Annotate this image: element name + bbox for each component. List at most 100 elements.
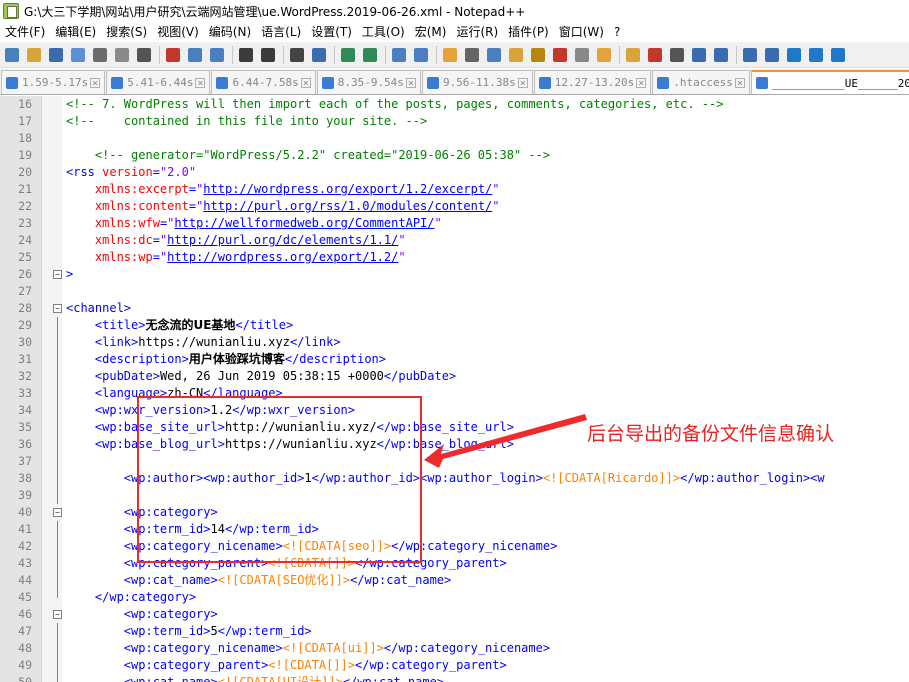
editor[interactable]: 16 <!-- 7. WordPress will then import eac… <box>0 96 909 682</box>
line-number: 21 <box>18 182 32 196</box>
menu-item-2[interactable]: 搜索(S) <box>101 22 152 42</box>
menu-item-5[interactable]: 语言(L) <box>256 22 306 42</box>
fold-guide <box>57 385 58 402</box>
plugin-e-button[interactable] <box>828 45 848 65</box>
close-all-button[interactable] <box>112 45 132 65</box>
code-line: 40 − <wp:category> <box>0 504 909 521</box>
language-button[interactable] <box>506 45 526 65</box>
plugin-d-button[interactable] <box>806 45 826 65</box>
code-token: xmlns:wp <box>94 250 153 264</box>
tab-close-icon[interactable]: × <box>405 77 416 88</box>
plugin-a-button[interactable] <box>740 45 760 65</box>
indent-guide-button[interactable] <box>484 45 504 65</box>
plugin-c-button[interactable] <box>784 45 804 65</box>
replace-button[interactable] <box>309 45 329 65</box>
code-text: <wp:category> <box>66 606 218 623</box>
redo-button[interactable] <box>258 45 278 65</box>
zoom-out-button[interactable] <box>360 45 380 65</box>
code-line: 30 <link>https://wunianliu.xyz</link> <box>0 334 909 351</box>
menu-item-7[interactable]: 工具(O) <box>357 22 410 42</box>
code-token: " <box>434 216 442 230</box>
code-token: = <box>152 233 160 247</box>
tab-4[interactable]: 9.56-11.38s × <box>421 70 533 94</box>
code-text: <!-- 7. WordPress will then import each … <box>66 96 723 113</box>
tab-1[interactable]: 5.41-6.44s × <box>106 70 211 94</box>
word-wrap-button[interactable] <box>440 45 460 65</box>
tab-close-icon[interactable]: × <box>90 77 101 88</box>
fold-toggle-icon[interactable]: − <box>53 270 62 279</box>
folder-workspace-button[interactable] <box>572 45 592 65</box>
tab-close-icon[interactable]: × <box>636 77 647 88</box>
code-token: 5 <box>210 624 218 638</box>
play-multiple-button[interactable] <box>689 45 709 65</box>
menu-item-11[interactable]: 窗口(W) <box>554 22 609 42</box>
show-all-chars-button[interactable] <box>462 45 482 65</box>
line-number: 17 <box>18 114 32 128</box>
menu-item-12[interactable]: ? <box>609 22 625 42</box>
monitoring-button[interactable] <box>594 45 614 65</box>
undo-button[interactable] <box>236 45 256 65</box>
open-file-button[interactable] <box>24 45 44 65</box>
code-line: 18 <box>0 130 909 147</box>
plugin-b-button[interactable] <box>762 45 782 65</box>
tab-6[interactable]: .htaccess × <box>652 70 750 94</box>
tab-3[interactable]: 8.35-9.54s × <box>316 70 421 94</box>
tab-5[interactable]: 12.27-13.20s × <box>533 70 652 94</box>
word-wrap-icon <box>443 47 457 62</box>
fold-guide <box>57 317 58 334</box>
save-all-button[interactable] <box>68 45 88 65</box>
menu-item-0[interactable]: 文件(F) <box>0 22 50 42</box>
tab-close-icon[interactable]: × <box>517 77 528 88</box>
line-number: 37 <box>18 454 32 468</box>
fold-toggle-icon[interactable]: − <box>53 304 62 313</box>
paste-button[interactable] <box>207 45 227 65</box>
tab-7[interactable]: ___________UE______2019_06 <box>750 70 909 94</box>
record-macro-button[interactable] <box>623 45 643 65</box>
sync-vertical-button[interactable] <box>389 45 409 65</box>
cut-button[interactable] <box>163 45 183 65</box>
fold-guide <box>57 351 58 368</box>
tab-close-icon[interactable]: × <box>734 77 745 88</box>
code-line: 48 <wp:category_nicename><![CDATA[ui]]><… <box>0 640 909 657</box>
code-line: 49 <wp:category_parent><![CDATA[]]></wp:… <box>0 657 909 674</box>
tab-0[interactable]: 1.59-5.17s × <box>1 70 106 94</box>
menu-item-1[interactable]: 编辑(E) <box>50 22 101 42</box>
menu-item-3[interactable]: 视图(V) <box>152 22 204 42</box>
line-number: 45 <box>18 590 32 604</box>
print-button[interactable] <box>134 45 154 65</box>
new-file-button[interactable] <box>2 45 22 65</box>
tab-2[interactable]: 6.44-7.58s × <box>211 70 316 94</box>
fold-toggle-icon[interactable]: − <box>53 508 62 517</box>
menu-item-8[interactable]: 宏(M) <box>410 22 452 42</box>
doc-map-button[interactable] <box>528 45 548 65</box>
find-button[interactable] <box>287 45 307 65</box>
code-token: <language> <box>94 386 168 400</box>
close-button[interactable] <box>90 45 110 65</box>
zoom-in-button[interactable] <box>338 45 358 65</box>
menu-item-6[interactable]: 设置(T) <box>306 22 357 42</box>
code-token: http://wordpress.org/export/1.2/ <box>167 250 399 264</box>
tab-close-icon[interactable]: × <box>300 77 311 88</box>
code-text: xmlns:wp= "http://wordpress.org/export/1.… <box>66 249 406 266</box>
play-macro-button[interactable] <box>667 45 687 65</box>
fold-toggle-icon[interactable]: − <box>53 610 62 619</box>
stop-record-button[interactable] <box>645 45 665 65</box>
menu-item-10[interactable]: 插件(P) <box>503 22 554 42</box>
menu-item-4[interactable]: 编码(N) <box>204 22 256 42</box>
tab-close-icon[interactable]: × <box>195 77 206 88</box>
code-line: 21 xmlns:excerpt= "http://wordpress.org/e… <box>0 181 909 198</box>
function-list-button[interactable] <box>550 45 570 65</box>
save-button[interactable] <box>46 45 66 65</box>
code-token: </wp:category_parent> <box>355 658 507 672</box>
code-line: 19 <!-- generator="WordPress/5.2.2" crea… <box>0 147 909 164</box>
toolbar <box>0 42 909 68</box>
sync-horizontal-button[interactable] <box>411 45 431 65</box>
annotation-arrow-icon <box>424 414 587 468</box>
save-macro-button[interactable] <box>711 45 731 65</box>
menu-item-9[interactable]: 运行(R) <box>451 22 503 42</box>
copy-button[interactable] <box>185 45 205 65</box>
